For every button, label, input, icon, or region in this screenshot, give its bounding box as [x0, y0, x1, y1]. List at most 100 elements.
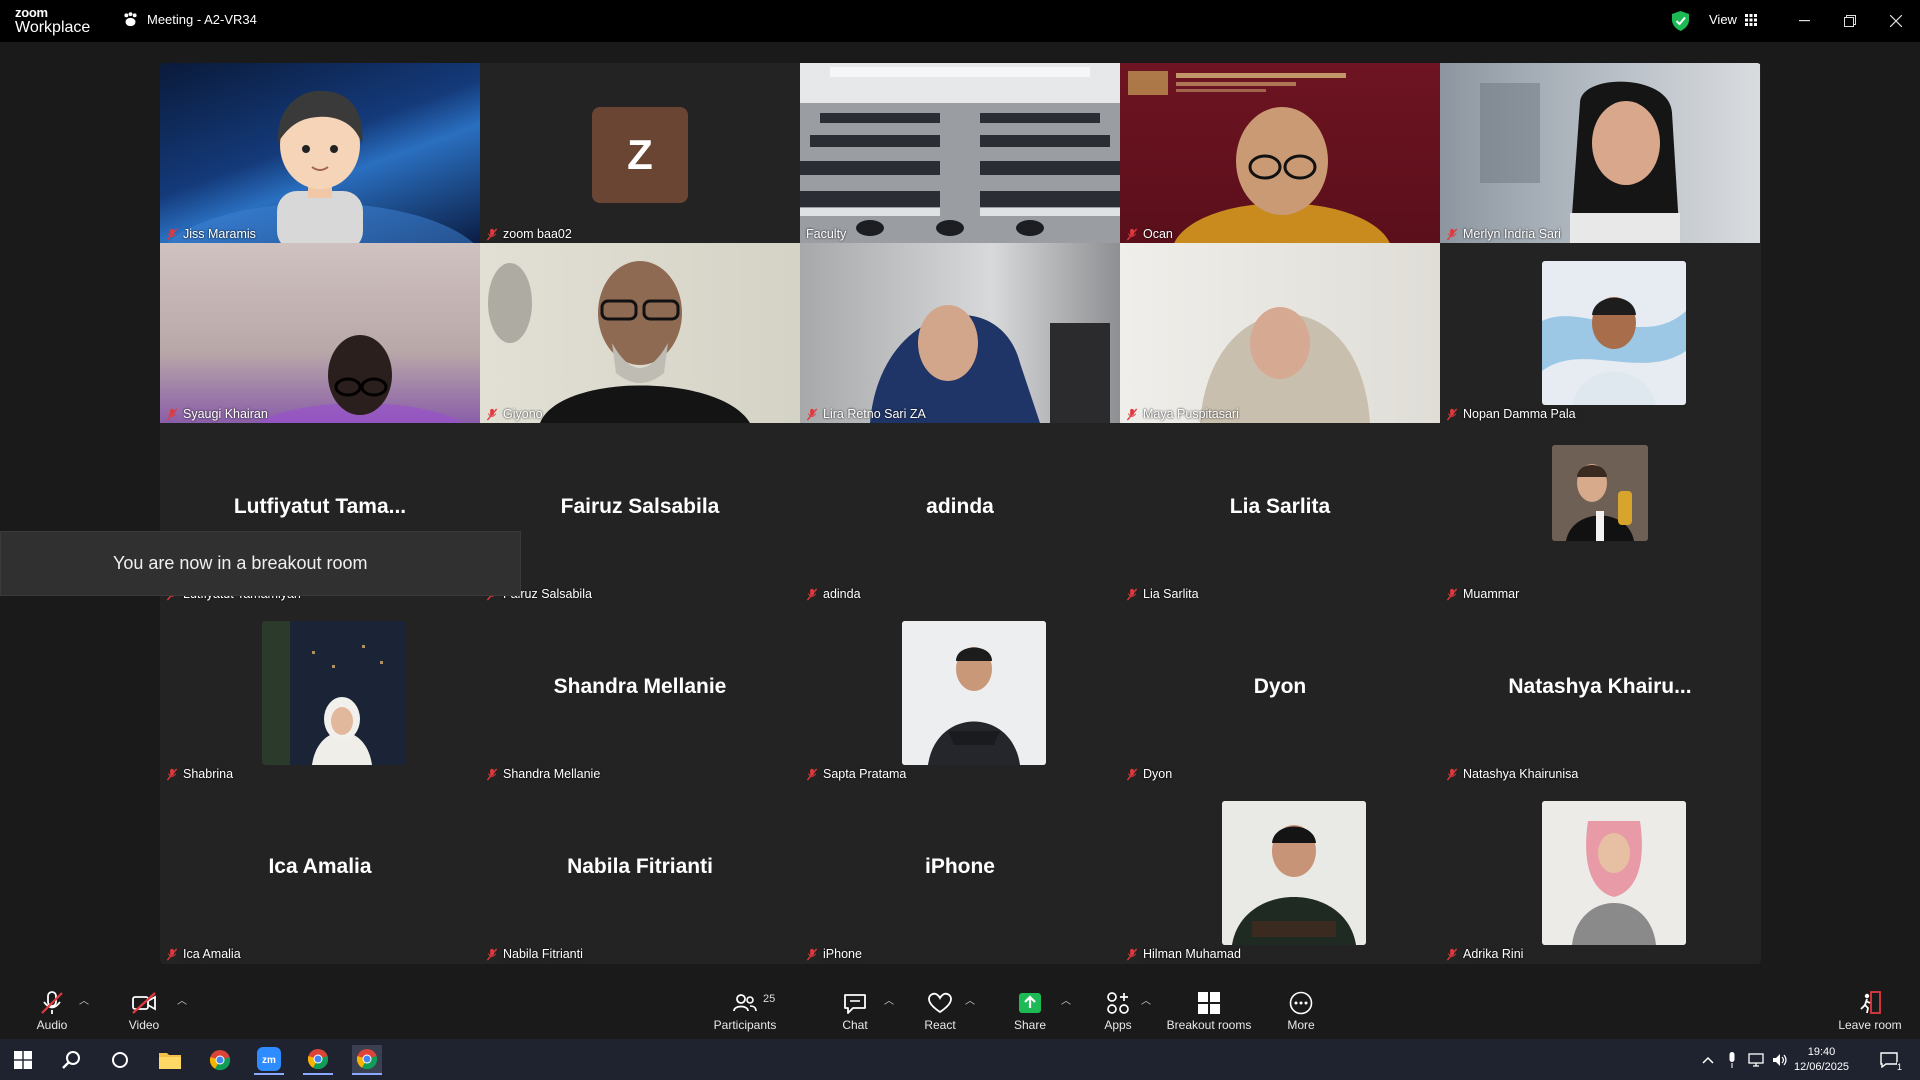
participant-tile[interactable]: Fairuz Salsabila Fairuz Salsabila	[480, 423, 800, 603]
participant-tile[interactable]: Muammar	[1440, 423, 1760, 603]
participant-name: Faculty	[806, 227, 847, 241]
participant-label: Shabrina	[166, 767, 233, 781]
breakout-rooms-icon	[1198, 992, 1220, 1014]
apps-options-caret[interactable]: ︿	[1141, 992, 1151, 1007]
react-options-caret[interactable]: ︿	[965, 992, 975, 1007]
muted-mic-icon	[1446, 767, 1458, 781]
zoom-taskbar-button[interactable]: zm	[254, 1045, 284, 1075]
share-options-caret[interactable]: ︿	[1061, 992, 1071, 1007]
participant-tile[interactable]: Ica Amalia Ica Amalia	[160, 783, 480, 963]
participant-tile[interactable]: adinda adinda	[800, 423, 1120, 603]
audio-button[interactable]: Audio	[7, 980, 97, 1039]
participant-name: Natashya Khairunisa	[1463, 767, 1579, 781]
network-tray-button[interactable]	[1746, 1045, 1766, 1075]
participant-tile[interactable]: Shandra Mellanie Shandra Mellanie	[480, 603, 800, 783]
participant-tile[interactable]: Jiss Maramis	[160, 63, 480, 243]
microphone-tray-button[interactable]	[1722, 1045, 1742, 1075]
chrome-active-window-button[interactable]	[352, 1045, 382, 1075]
muted-mic-icon	[166, 947, 178, 961]
video-options-caret[interactable]: ︿	[177, 992, 187, 1007]
folder-icon	[159, 1053, 181, 1069]
participant-tile[interactable]: Lira Retno Sari ZA	[800, 243, 1120, 423]
file-explorer-button[interactable]	[155, 1045, 185, 1075]
breakout-room-toast: You are now in a breakout room	[0, 531, 521, 596]
close-button[interactable]	[1873, 0, 1919, 42]
participant-video	[256, 335, 464, 423]
participant-tile[interactable]: Nopan Damma Pala	[1440, 243, 1760, 423]
chat-icon	[844, 994, 866, 1014]
participant-name: Sapta Pratama	[823, 767, 907, 781]
participant-tile[interactable]: Syaugi Khairan	[160, 243, 480, 423]
restore-button[interactable]	[1827, 0, 1873, 42]
participant-label: Shandra Mellanie	[486, 767, 600, 781]
participant-tile[interactable]: Natashya Khairu... Natashya Khairunisa	[1440, 603, 1760, 783]
muted-mic-icon	[1446, 587, 1458, 601]
zoom-logo: zoom Workplace	[15, 6, 90, 36]
participant-display-name: Shandra Mellanie	[553, 675, 727, 698]
participant-tile[interactable]: iPhone iPhone	[800, 783, 1120, 963]
more-button[interactable]: More	[1256, 980, 1346, 1039]
notification-center-button[interactable]: 1	[1874, 1045, 1904, 1075]
memoji-avatar	[166, 90, 474, 243]
apps-button[interactable]: Apps	[1073, 980, 1163, 1039]
audio-options-caret[interactable]: ︿	[79, 992, 89, 1007]
volume-icon	[1773, 1054, 1787, 1066]
profile-photo-image	[1542, 297, 1686, 405]
tray-overflow-button[interactable]	[1698, 1045, 1718, 1075]
video-button[interactable]: Video	[99, 980, 189, 1039]
chevron-up-icon	[1702, 1056, 1714, 1064]
meeting-toolbar: Audio ︿ Video ︿ Participants 25 Chat ︿ R…	[0, 980, 1920, 1039]
start-button[interactable]	[8, 1045, 38, 1075]
participant-label: Nopan Damma Pala	[1446, 407, 1576, 421]
heart-icon	[928, 992, 952, 1014]
participant-tile[interactable]: Dyon Dyon	[1120, 603, 1440, 783]
participant-display-name: Fairuz Salsabila	[560, 495, 720, 518]
brand-bottom: Workplace	[15, 19, 91, 36]
participant-tile-active-speaker[interactable]: Faculty	[800, 63, 1120, 243]
participant-tile[interactable]: Hilman Muhamad	[1120, 783, 1440, 963]
participant-tile[interactable]: Maya Puspitasari	[1120, 243, 1440, 423]
leave-room-button[interactable]: Leave room	[1825, 980, 1915, 1039]
participants-button[interactable]: Participants	[700, 980, 790, 1039]
muted-mic-icon	[806, 767, 818, 781]
view-label: View	[1709, 12, 1737, 27]
system-clock[interactable]: 19:40 12/06/2025	[1794, 1045, 1849, 1075]
profile-photo	[902, 621, 1046, 765]
minimize-icon	[1798, 20, 1810, 22]
participant-tile[interactable]: Nabila Fitrianti Nabila Fitrianti	[480, 783, 800, 963]
participant-label: adinda	[806, 587, 861, 601]
participant-tile[interactable]: Merlyn Indria Sari	[1440, 63, 1760, 243]
chrome-button[interactable]	[205, 1045, 235, 1075]
search-button[interactable]	[56, 1045, 86, 1075]
participant-label: iPhone	[806, 947, 862, 961]
participant-name: Syaugi Khairan	[183, 407, 268, 421]
muted-mic-icon	[41, 991, 63, 1014]
shield-check-icon[interactable]	[1672, 11, 1689, 31]
participant-tile[interactable]: Ocan	[1120, 63, 1440, 243]
apps-label: Apps	[1104, 1018, 1132, 1032]
participant-tile[interactable]: Z zoom baa02	[480, 63, 800, 243]
task-view-button[interactable]	[105, 1045, 135, 1075]
search-icon	[62, 1051, 80, 1069]
zoom-app-icon: zm	[257, 1047, 281, 1071]
participant-tile[interactable]: Lia Sarlita Lia Sarlita	[1120, 423, 1440, 603]
minimize-button[interactable]	[1781, 0, 1827, 42]
volume-tray-button[interactable]	[1770, 1045, 1790, 1075]
share-button[interactable]: Share	[985, 980, 1075, 1039]
chrome-window-button[interactable]	[303, 1045, 333, 1075]
restore-icon	[1844, 15, 1856, 27]
classroom-video	[800, 63, 1120, 243]
view-button[interactable]: View	[1709, 12, 1757, 27]
notification-icon	[1880, 1052, 1898, 1068]
react-button[interactable]: React	[895, 980, 985, 1039]
participant-display-name: adinda	[926, 495, 994, 518]
participant-tile[interactable]: Giyono	[480, 243, 800, 423]
participant-tile[interactable]: Sapta Pratama	[800, 603, 1120, 783]
leave-room-icon	[1860, 991, 1881, 1014]
chat-button[interactable]: Chat	[810, 980, 900, 1039]
breakout-rooms-button[interactable]: Breakout rooms	[1163, 980, 1255, 1039]
chat-options-caret[interactable]: ︿	[884, 992, 894, 1007]
participant-display-name: Natashya Khairu...	[1508, 675, 1692, 698]
participant-tile[interactable]: Shabrina	[160, 603, 480, 783]
participant-tile[interactable]: Adrika Rini	[1440, 783, 1760, 963]
